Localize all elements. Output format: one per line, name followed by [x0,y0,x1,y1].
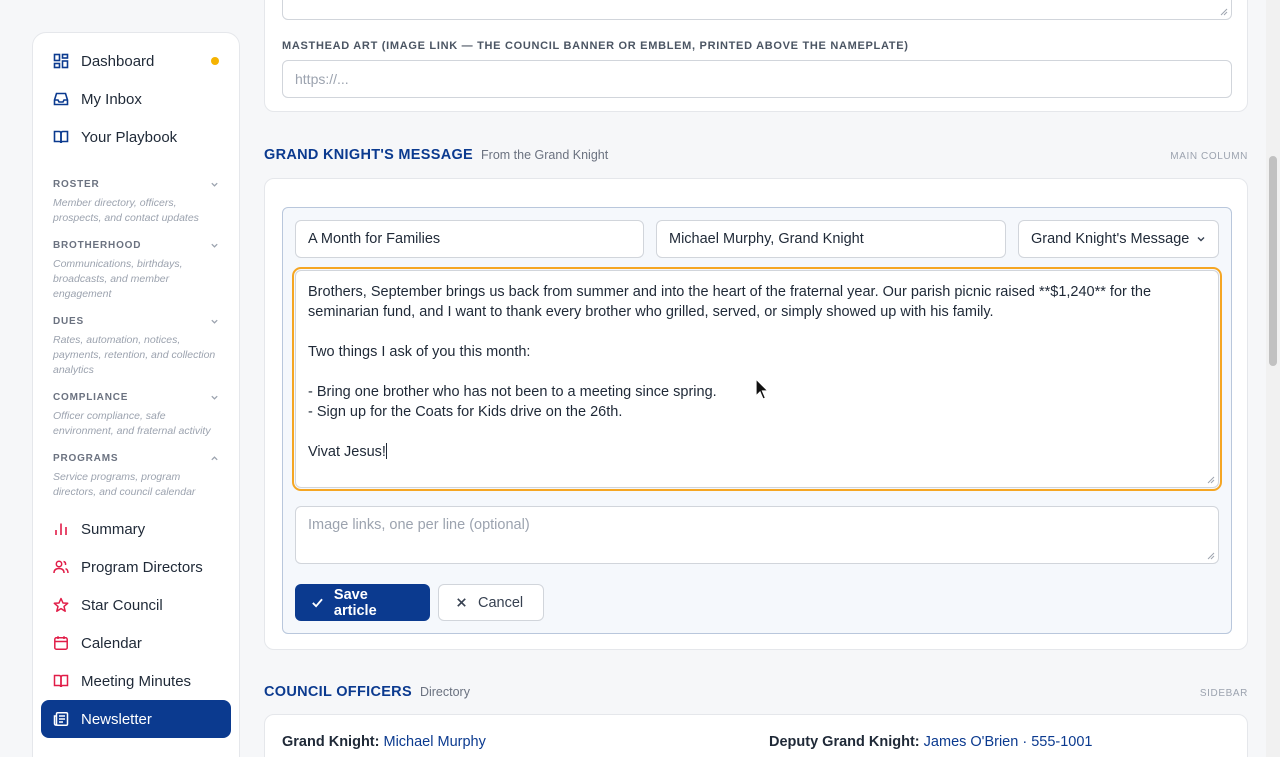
nav-your-playbook[interactable]: Your Playbook [41,118,231,156]
chevron-up-icon [211,455,218,460]
dashboard-icon [53,53,69,69]
previous-textarea[interactable] [282,0,1232,20]
nav-label: Dashboard [81,52,155,70]
chevron-down-icon [211,319,218,324]
open-book-icon [53,673,69,689]
nav-summary[interactable]: Summary [41,510,231,548]
image-links-placeholder: Image links, one per line (optional) [308,517,530,533]
group-toggle-programs[interactable]: PROGRAMS [53,449,219,467]
officers-card: Grand Knight: Michael Murphy Deputy Gran… [264,714,1248,757]
resize-handle-icon[interactable] [1220,8,1228,16]
group-title: DUES [53,315,84,327]
nav-my-inbox[interactable]: My Inbox [41,80,231,118]
nav-label: Summary [81,520,146,538]
article-body-text: Brothers, September brings us back from … [308,284,1152,460]
group-description: Officer compliance, safe environment, an… [53,410,211,437]
section-subtitle: From the Grand Knight [481,148,609,162]
image-links-textarea[interactable]: Image links, one per line (optional) [295,506,1219,564]
group-description: Communications, birthdays, broadcasts, a… [53,258,183,300]
officer-role: Grand Knight: [282,734,380,750]
section-title: COUNCIL OFFICERS [264,684,412,700]
cancel-button[interactable]: Cancel [438,584,544,621]
resize-handle-icon[interactable] [1207,552,1215,560]
chevron-down-icon [211,243,218,248]
nav-label: Calendar [81,634,142,652]
group-toggle-dues[interactable]: DUES [53,312,219,330]
gk-message-card: A Month for Families Michael Murphy, Gra… [264,178,1248,650]
nav-label: Program Directors [81,558,203,576]
group-brotherhood: BROTHERHOOD Communications, birthdays, b… [41,236,231,302]
group-dues: DUES Rates, automation, notices, payment… [41,312,231,378]
nav-star-council[interactable]: Star Council [41,586,231,624]
group-title: COMPLIANCE [53,391,129,403]
group-toggle-brotherhood[interactable]: BROTHERHOOD [53,236,219,254]
nav-meeting-minutes[interactable]: Meeting Minutes [41,662,231,700]
inbox-icon [53,91,69,107]
sidebar: Dashboard My Inbox Your Playbook ROSTER … [32,32,240,757]
section-tag: SIDEBAR [1199,688,1248,699]
close-icon [457,598,466,607]
headline-input[interactable]: A Month for Families [295,220,644,258]
group-description: Member directory, officers, prospects, a… [53,197,199,224]
masthead-card: MASTHEAD ART (IMAGE LINK — THE COUNCIL B… [264,0,1248,112]
star-icon [53,597,69,613]
officer-value[interactable]: Michael Murphy [384,734,486,750]
group-description: Service programs, program directors, and… [53,471,196,498]
section-tag: MAIN COLUMN [1170,151,1248,162]
chevron-down-icon [211,182,218,187]
text-caret [385,443,387,459]
save-article-label: Save article [333,586,377,619]
mouse-pointer-icon [755,378,770,400]
category-select[interactable]: Grand Knight's Message [1018,220,1219,258]
group-roster: ROSTER Member directory, officers, prosp… [41,175,231,226]
bar-chart-icon [53,521,69,537]
book-icon [53,129,69,145]
nav-label: Your Playbook [81,128,178,146]
section-subtitle: Directory [419,685,470,699]
nav-label: Star Council [81,596,163,614]
nav-label: Newsletter [81,710,152,728]
nav-dashboard[interactable]: Dashboard [41,42,231,80]
category-select-value: Grand Knight's Message [1031,231,1190,247]
masthead-label: MASTHEAD ART (IMAGE LINK — THE COUNCIL B… [282,40,909,52]
officer-role: Deputy Grand Knight: [769,734,920,750]
check-icon [312,598,323,608]
group-title: ROSTER [53,178,100,190]
resize-handle-icon[interactable] [1207,476,1215,484]
calendar-icon [53,635,69,651]
group-toggle-roster[interactable]: ROSTER [53,175,219,193]
page-scrollbar[interactable] [1266,0,1280,757]
newspaper-icon [53,711,69,727]
nav-newsletter[interactable]: Newsletter [41,700,231,738]
group-title: PROGRAMS [53,452,119,464]
officer-entry: Deputy Grand Knight: James O'Brien · 555… [769,734,1092,750]
officers-section-header: COUNCIL OFFICERS Directory SIDEBAR [264,684,1248,700]
masthead-url-input[interactable] [282,60,1232,98]
nav-calendar[interactable]: Calendar [41,624,231,662]
officer-entry: Grand Knight: Michael Murphy [282,734,486,750]
chevron-down-icon [211,395,218,400]
save-article-button[interactable]: Save article [295,584,430,621]
group-description: Rates, automation, notices, payments, re… [53,334,216,376]
group-title: BROTHERHOOD [53,239,142,251]
gk-section-header: GRAND KNIGHT'S MESSAGE From the Grand Kn… [264,147,1248,163]
byline-input[interactable]: Michael Murphy, Grand Knight [656,220,1006,258]
officer-value[interactable]: James O'Brien · 555-1001 [924,734,1093,750]
chevron-down-icon [1197,237,1205,242]
group-compliance: COMPLIANCE Officer compliance, safe envi… [41,388,231,439]
cancel-label: Cancel [478,594,524,611]
nav-program-directors[interactable]: Program Directors [41,548,231,586]
nav-label: Meeting Minutes [81,672,192,690]
article-editor: A Month for Families Michael Murphy, Gra… [282,207,1232,634]
group-programs: PROGRAMS Service programs, program direc… [41,449,231,500]
group-toggle-compliance[interactable]: COMPLIANCE [53,388,219,406]
notification-dot [211,57,219,65]
section-title: GRAND KNIGHT'S MESSAGE [264,147,474,163]
users-icon [53,559,69,575]
scrollbar-thumb[interactable] [1269,156,1277,366]
nav-label: My Inbox [81,90,142,108]
